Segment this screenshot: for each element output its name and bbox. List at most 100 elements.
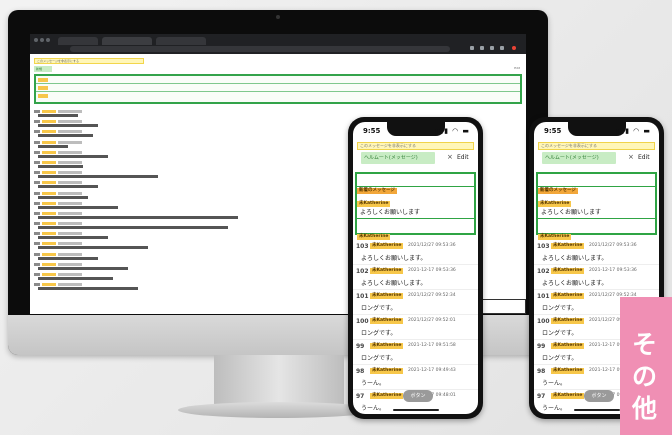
message-text-skeleton [38, 236, 108, 240]
message-meta [42, 273, 56, 276]
message-text: よろしくお願いします。 [542, 255, 608, 262]
author-chip: 未Katherine [357, 201, 391, 207]
pinned-box [34, 74, 522, 104]
message-meta [58, 232, 82, 236]
phone-left: 9:55 ▮▮▮ ◠ ▬ このメッセージを非表示にする ヘルムート(メッセージ)… [348, 117, 483, 419]
extension-icon[interactable] [480, 46, 484, 50]
message-meta [34, 262, 40, 266]
message-number: 102 [356, 268, 369, 275]
window-min-dot[interactable] [40, 38, 44, 42]
message-text-skeleton [38, 287, 138, 291]
message-number: 97 [537, 393, 546, 400]
message-meta [58, 150, 82, 154]
pinned-row[interactable]: 未Katherine [357, 222, 474, 241]
dismiss-banner[interactable]: このメッセージを非表示にする [34, 58, 144, 64]
message-meta [42, 191, 56, 195]
browser-chrome [30, 34, 526, 54]
channel-input[interactable]: ヘルムート(メッセージ) [361, 152, 435, 164]
message-number: 99 [537, 343, 546, 350]
message-text: うーん。 [542, 405, 567, 412]
edit-button[interactable]: Edit [457, 154, 469, 161]
message-item[interactable]: 103 未Katherine 2021/12/27 09:53:36 よろしくお願いし… [534, 240, 659, 265]
message-timestamp: 2021/12/27 09:52:01 [408, 318, 456, 323]
close-icon[interactable]: × [628, 153, 634, 161]
pinned-text: よろしくお願いします [360, 209, 421, 216]
status-time: 9:55 [544, 127, 562, 135]
message-timestamp: 2021/12/27 09:53:36 [589, 243, 637, 248]
home-indicator [574, 409, 620, 411]
channel-input[interactable]: ヘルムート(メッセージ) [542, 152, 616, 164]
message-timestamp: 2021-12-17 09:53:36 [589, 268, 637, 273]
message-text: うーん。 [361, 380, 386, 387]
pinned-row[interactable]: 未Katherine よろしくお願いします [538, 189, 655, 217]
message-number: 99 [356, 343, 365, 350]
extension-icon[interactable] [500, 46, 504, 50]
message-meta [34, 130, 40, 134]
pinned-row[interactable] [36, 76, 520, 84]
message-meta [58, 222, 82, 226]
status-bar: 9:55 ▮▮▮ ◠ ▬ [353, 122, 478, 140]
message-meta [42, 140, 56, 144]
author-chip: 未Katherine [370, 243, 404, 249]
message-item[interactable]: 100 未Katherine 2021/12/27 09:52:01 ロングです。 [353, 315, 478, 340]
edit-button[interactable]: Edit [514, 66, 520, 70]
message-meta [58, 252, 82, 256]
message-item[interactable]: 101 未Katherine 2021/12/27 09:52:34 ロングです。 [353, 290, 478, 315]
message-meta [34, 171, 40, 175]
message-meta [34, 120, 40, 124]
message-number: 102 [537, 268, 550, 275]
message-text-skeleton [38, 226, 228, 230]
category-badge: そ の 他 [620, 297, 672, 435]
message-meta [58, 160, 82, 164]
close-icon[interactable]: × [447, 153, 453, 161]
message-number: 97 [356, 393, 365, 400]
dismiss-banner[interactable]: このメッセージを非表示にする [357, 142, 474, 150]
message-item[interactable]: 102 未Katherine 2021-12-17 09:53:36 よろしくお願いし… [534, 265, 659, 290]
dismiss-banner[interactable]: このメッセージを非表示にする [538, 142, 655, 150]
browser-tab[interactable] [156, 37, 206, 45]
pinned-row[interactable]: 未Katherine [538, 222, 655, 241]
extension-icon[interactable] [490, 46, 494, 50]
message-text-skeleton [38, 114, 78, 117]
message-meta [42, 181, 56, 185]
message-item[interactable]: 102 未Katherine 2021-12-17 09:53:36 よろしくお願いし… [353, 265, 478, 290]
channel-input[interactable]: 新規 [34, 66, 52, 72]
message-item[interactable]: 98 未Katherine 2021-12-17 09:49:43 うーん。 [353, 365, 478, 390]
message-number: 100 [356, 318, 369, 325]
floating-button[interactable]: ボタン [584, 390, 614, 402]
browser-tab-active[interactable] [102, 37, 152, 45]
pinned-row[interactable] [36, 92, 520, 100]
message-item[interactable]: 103 未Katherine 2021/12/27 09:53:36 よろしくお願いし… [353, 240, 478, 265]
address-bar[interactable] [70, 46, 450, 52]
window-max-dot[interactable] [46, 38, 50, 42]
message-item[interactable]: 99 未Katherine 2021-12-17 09:51:58 ロングです。 [353, 340, 478, 365]
camera [276, 15, 280, 19]
browser-tab[interactable] [58, 37, 98, 45]
message-meta [34, 232, 40, 236]
message-meta [34, 273, 40, 276]
message-meta [42, 232, 56, 236]
message-text: うーん。 [361, 405, 386, 412]
message-text: ロングです。 [361, 355, 397, 362]
author-chip: 未Katherine [551, 343, 585, 349]
window-close-dot[interactable] [34, 38, 38, 42]
profile-avatar[interactable] [512, 46, 516, 50]
extension-icon[interactable] [470, 46, 474, 50]
message-text-skeleton [38, 175, 158, 179]
message-text-skeleton [38, 164, 83, 168]
floating-button[interactable]: ボタン [403, 390, 433, 402]
pinned-row[interactable]: 未Katherine よろしくお願いします [357, 189, 474, 217]
message-meta [42, 171, 56, 175]
message-text-skeleton [38, 124, 98, 128]
author-chip: 未Katherine [551, 318, 585, 324]
message-text: ロングです。 [542, 305, 578, 312]
message-meta [58, 181, 82, 185]
message-meta [42, 201, 56, 205]
author-chip: 未Katherine [370, 318, 404, 324]
pinned-row[interactable] [36, 84, 520, 92]
pinned-box: 新着のメッセージ 未Katherine よろしくお願いします 未Katherin… [355, 172, 476, 240]
edit-button[interactable]: Edit [638, 154, 650, 161]
message-meta [58, 191, 82, 195]
message-text: よろしくお願いします。 [361, 255, 427, 262]
message-meta [58, 201, 82, 205]
